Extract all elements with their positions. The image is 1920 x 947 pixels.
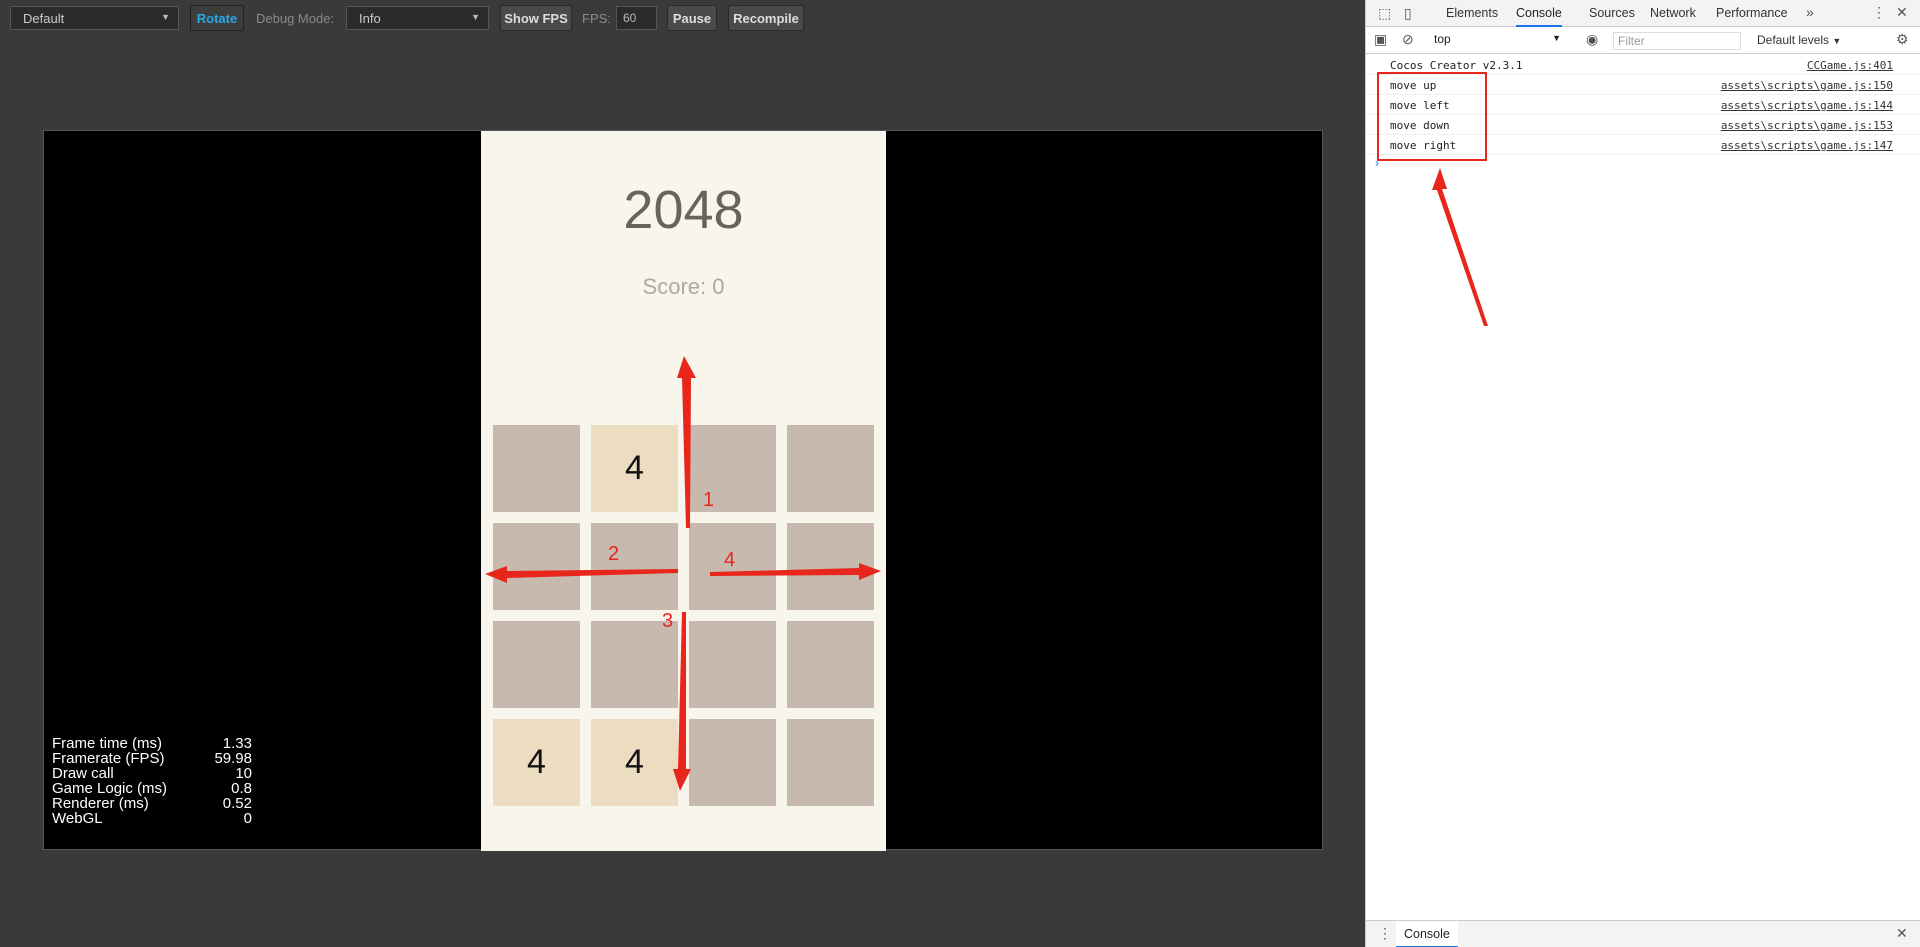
tab-console[interactable]: Console [1516, 0, 1562, 27]
stat-row: Framerate (FPS) 59.98 [52, 751, 252, 766]
tab-network[interactable]: Network [1650, 0, 1696, 27]
stat-value: 0.52 [222, 795, 252, 812]
stat-row: Draw call 10 [52, 766, 252, 781]
devtools-drawer: ⋮ Console ✕ [1366, 920, 1920, 947]
board-tile: 4 [493, 719, 580, 806]
console-message: move up [1390, 79, 1437, 92]
context-select[interactable]: top ▼ [1434, 32, 1561, 50]
console-row: move right assets\scripts\game.js:147 [1366, 135, 1920, 155]
inspect-element-icon[interactable]: ⬚ [1378, 5, 1391, 22]
kebab-menu-icon[interactable]: ⋮ [1872, 4, 1886, 21]
console-prompt[interactable]: › [1375, 156, 1379, 170]
devtools-tabbar: ⬚ ▯ Elements Console Sources Network Per… [1366, 0, 1920, 27]
game-title: 2048 [623, 180, 744, 240]
game-score: Score: 0 [642, 274, 725, 299]
fps-input[interactable]: 60 [616, 6, 657, 30]
stat-value: 0 [243, 810, 252, 827]
stat-label: WebGL [52, 810, 103, 827]
console-row: Cocos Creator v2.3.1 CCGame.js:401 [1366, 55, 1920, 75]
close-icon[interactable]: ✕ [1896, 4, 1908, 21]
show-fps-button[interactable]: Show FPS [500, 5, 572, 31]
game-canvas[interactable]: 2048 Score: 0 4 4 4 Frame time (ms) 1.33… [43, 130, 1323, 851]
eye-icon[interactable]: ◉ [1586, 31, 1598, 48]
console-row: move up assets\scripts\game.js:150 [1366, 75, 1920, 95]
stat-value: 10 [235, 765, 252, 782]
context-value: top [1434, 32, 1451, 46]
console-message: move right [1390, 139, 1457, 152]
console-source-link[interactable]: assets\scripts\game.js:153 [1721, 119, 1893, 132]
stat-label: Frame time (ms) [52, 735, 162, 752]
debug-mode-select[interactable]: Info ▼ [346, 6, 489, 30]
board-tile: 4 [591, 719, 678, 806]
chevron-down-icon: ▼ [471, 12, 480, 22]
sidebar-toggle-icon[interactable]: ▣ [1374, 31, 1387, 48]
debug-mode-value: Info [359, 11, 381, 26]
game-view[interactable]: 2048 Score: 0 4 4 4 [481, 131, 886, 851]
board-tile [787, 621, 874, 708]
stat-label: Framerate (FPS) [52, 750, 165, 767]
debug-mode-label: Debug Mode: [256, 11, 335, 26]
chevron-down-icon: ▼ [1552, 33, 1561, 43]
board-tile [787, 425, 874, 512]
device-select-value: Default [23, 11, 65, 26]
board-tile [493, 523, 580, 610]
stat-value: 59.98 [214, 750, 252, 767]
console-row: move left assets\scripts\game.js:144 [1366, 95, 1920, 115]
console-message: Cocos Creator v2.3.1 [1390, 59, 1523, 72]
clear-console-icon[interactable]: ⊘ [1402, 31, 1414, 48]
pause-button[interactable]: Pause [667, 5, 717, 31]
board-tile [493, 621, 580, 708]
stat-row: Game Logic (ms) 0.8 [52, 781, 252, 796]
recompile-button[interactable]: Recompile [728, 5, 804, 31]
device-select[interactable]: Default ▼ [10, 6, 179, 30]
kebab-menu-icon[interactable]: ⋮ [1378, 925, 1392, 942]
rotate-button[interactable]: Rotate [190, 5, 244, 31]
log-levels-select[interactable]: Default levels ▼ [1757, 33, 1841, 47]
stat-row: Renderer (ms) 0.52 [52, 796, 252, 811]
stat-value: 0.8 [231, 780, 252, 797]
device-toolbar-icon[interactable]: ▯ [1404, 5, 1412, 22]
console-source-link[interactable]: assets\scripts\game.js:147 [1721, 139, 1893, 152]
stat-value: 1.33 [222, 735, 252, 752]
double-chevron-right-icon[interactable]: » [1806, 4, 1814, 20]
preview-toolbar: Default ▼ Rotate Debug Mode: Info ▼ Show… [0, 0, 1365, 36]
tab-sources[interactable]: Sources [1589, 0, 1635, 27]
devtools-panel: ⬚ ▯ Elements Console Sources Network Per… [1365, 0, 1920, 947]
board-tile [689, 719, 776, 806]
gear-icon[interactable]: ⚙ [1896, 31, 1909, 48]
console-message: move left [1390, 99, 1450, 112]
chevron-down-icon: ▼ [1832, 36, 1842, 46]
board-tile: 4 [591, 425, 678, 512]
board-tile [591, 621, 678, 708]
stat-label: Game Logic (ms) [52, 780, 168, 797]
chevron-down-icon: ▼ [161, 12, 170, 22]
fps-label: FPS: [582, 11, 611, 26]
drawer-tab-console[interactable]: Console [1396, 921, 1458, 947]
console-source-link[interactable]: assets\scripts\game.js:144 [1721, 99, 1893, 112]
board-tile [689, 523, 776, 610]
console-row: move down assets\scripts\game.js:153 [1366, 115, 1920, 135]
console-toolbar: ▣ ⊘ top ▼ ◉ Filter Default levels ▼ ⚙ [1366, 28, 1920, 54]
log-levels-value: Default levels [1757, 33, 1830, 47]
tab-elements[interactable]: Elements [1446, 0, 1498, 27]
filter-input[interactable]: Filter [1613, 32, 1741, 50]
board-tile [787, 523, 874, 610]
console-source-link[interactable]: assets\scripts\game.js:150 [1721, 79, 1893, 92]
stat-label: Renderer (ms) [52, 795, 149, 812]
close-icon[interactable]: ✕ [1896, 925, 1908, 942]
board-tile [689, 425, 776, 512]
board-tile [591, 523, 678, 610]
board-tile [689, 621, 776, 708]
board-tile [787, 719, 874, 806]
console-source-link[interactable]: CCGame.js:401 [1807, 59, 1893, 72]
board-tile [493, 425, 580, 512]
stat-label: Draw call [52, 765, 114, 782]
console-messages: Cocos Creator v2.3.1 CCGame.js:401 move … [1366, 55, 1920, 155]
tab-performance[interactable]: Performance [1716, 0, 1788, 27]
stat-row: Frame time (ms) 1.33 [52, 736, 252, 751]
console-message: move down [1390, 119, 1450, 132]
debug-stats: Frame time (ms) 1.33 Framerate (FPS) 59.… [52, 736, 252, 826]
stat-row: WebGL 0 [52, 811, 252, 826]
